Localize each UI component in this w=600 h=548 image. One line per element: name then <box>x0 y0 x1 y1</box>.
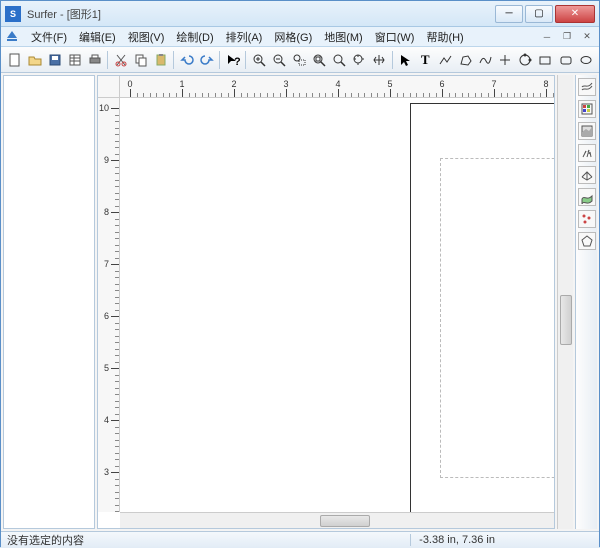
new-button[interactable] <box>5 50 24 70</box>
menubar: 文件(F) 编辑(E) 视图(V) 绘制(D) 排列(A) 网格(G) 地图(M… <box>1 27 599 47</box>
polygon-button[interactable] <box>456 50 475 70</box>
statusbar: 没有选定的内容 -3.38 in, 7.36 in <box>1 531 599 548</box>
save-button[interactable] <box>45 50 64 70</box>
canvas-viewport[interactable] <box>120 98 554 512</box>
toolbar-separator <box>392 51 393 69</box>
menubar-icon <box>5 30 19 44</box>
hscroll-thumb[interactable] <box>320 515 370 527</box>
paste-button[interactable] <box>151 50 170 70</box>
polyline-spline-button[interactable] <box>476 50 495 70</box>
redo-button[interactable] <box>197 50 216 70</box>
window-controls: ─ ▢ ✕ <box>495 5 595 23</box>
horizontal-scrollbar[interactable] <box>120 512 554 528</box>
post-map-icon[interactable] <box>578 210 596 228</box>
horizontal-ruler: 012345678 <box>120 76 554 98</box>
status-selection: 没有选定的内容 <box>7 532 410 548</box>
reshape-button[interactable] <box>516 50 535 70</box>
shaded-relief-icon[interactable] <box>578 122 596 140</box>
mdi-close-button[interactable]: ✕ <box>579 30 595 44</box>
zoom-page-button[interactable] <box>309 50 328 70</box>
zoom-in-button[interactable] <box>249 50 268 70</box>
text-button[interactable]: T <box>416 50 435 70</box>
vertical-ruler: 1098765432 <box>98 98 120 512</box>
pan-button[interactable] <box>370 50 389 70</box>
polyline-button[interactable] <box>436 50 455 70</box>
rectangle-button[interactable] <box>536 50 555 70</box>
ruler-corner <box>98 76 120 98</box>
menu-grid[interactable]: 网格(G) <box>268 27 318 47</box>
menu-window[interactable]: 窗口(W) <box>369 27 421 47</box>
menu-file[interactable]: 文件(F) <box>25 27 73 47</box>
vector-map-icon[interactable] <box>578 144 596 162</box>
image-map-icon[interactable] <box>578 100 596 118</box>
menu-arrange[interactable]: 排列(A) <box>220 27 269 47</box>
close-button[interactable]: ✕ <box>555 5 595 23</box>
svg-text:?: ? <box>234 56 240 67</box>
menu-help[interactable]: 帮助(H) <box>420 27 469 47</box>
open-button[interactable] <box>25 50 44 70</box>
menu-view[interactable]: 视图(V) <box>122 27 171 47</box>
toolbar-separator <box>245 51 246 69</box>
menu-draw[interactable]: 绘制(D) <box>170 27 219 47</box>
canvas-area: 012345678 1098765432 <box>97 75 555 529</box>
print-button[interactable] <box>85 50 104 70</box>
zoom-actual-button[interactable] <box>330 50 349 70</box>
toolbar: ? T <box>1 47 599 73</box>
window-title: Surfer - [图形1] <box>27 6 495 22</box>
grid-data-button[interactable] <box>65 50 84 70</box>
rounded-rect-button[interactable] <box>556 50 575 70</box>
toolbar-separator <box>107 51 108 69</box>
right-toolbar <box>575 75 597 529</box>
menu-edit[interactable]: 编辑(E) <box>73 27 122 47</box>
toolbar-separator <box>173 51 174 69</box>
menu-map[interactable]: 地图(M) <box>318 27 369 47</box>
page-margin-guide <box>440 158 554 478</box>
object-manager-panel[interactable] <box>3 75 95 529</box>
base-map-icon[interactable] <box>578 232 596 250</box>
maximize-button[interactable]: ▢ <box>525 5 553 23</box>
zoom-out-button[interactable] <box>269 50 288 70</box>
toolbar-separator <box>219 51 220 69</box>
mdi-controls: ─ ❐ ✕ <box>539 30 595 44</box>
vscroll-thumb[interactable] <box>560 295 572 345</box>
symbol-button[interactable] <box>496 50 515 70</box>
mdi-restore-button[interactable]: ❐ <box>559 30 575 44</box>
pointer-button[interactable] <box>396 50 415 70</box>
zoom-rect-button[interactable] <box>289 50 308 70</box>
workspace: 012345678 1098765432 <box>1 73 599 531</box>
minimize-button[interactable]: ─ <box>495 5 523 23</box>
help-cursor-button[interactable]: ? <box>223 50 242 70</box>
zoom-realtime-button[interactable] <box>350 50 369 70</box>
titlebar: S Surfer - [图形1] ─ ▢ ✕ <box>1 1 599 27</box>
ellipse-button[interactable] <box>576 50 595 70</box>
mdi-minimize-button[interactable]: ─ <box>539 30 555 44</box>
undo-button[interactable] <box>177 50 196 70</box>
status-coords: -3.38 in, 7.36 in <box>410 534 503 546</box>
cut-button[interactable] <box>111 50 130 70</box>
contour-map-icon[interactable] <box>578 78 596 96</box>
app-icon: S <box>5 6 21 22</box>
wireframe-icon[interactable] <box>578 166 596 184</box>
surface-icon[interactable] <box>578 188 596 206</box>
vertical-scrollbar[interactable] <box>557 75 573 529</box>
copy-button[interactable] <box>131 50 150 70</box>
